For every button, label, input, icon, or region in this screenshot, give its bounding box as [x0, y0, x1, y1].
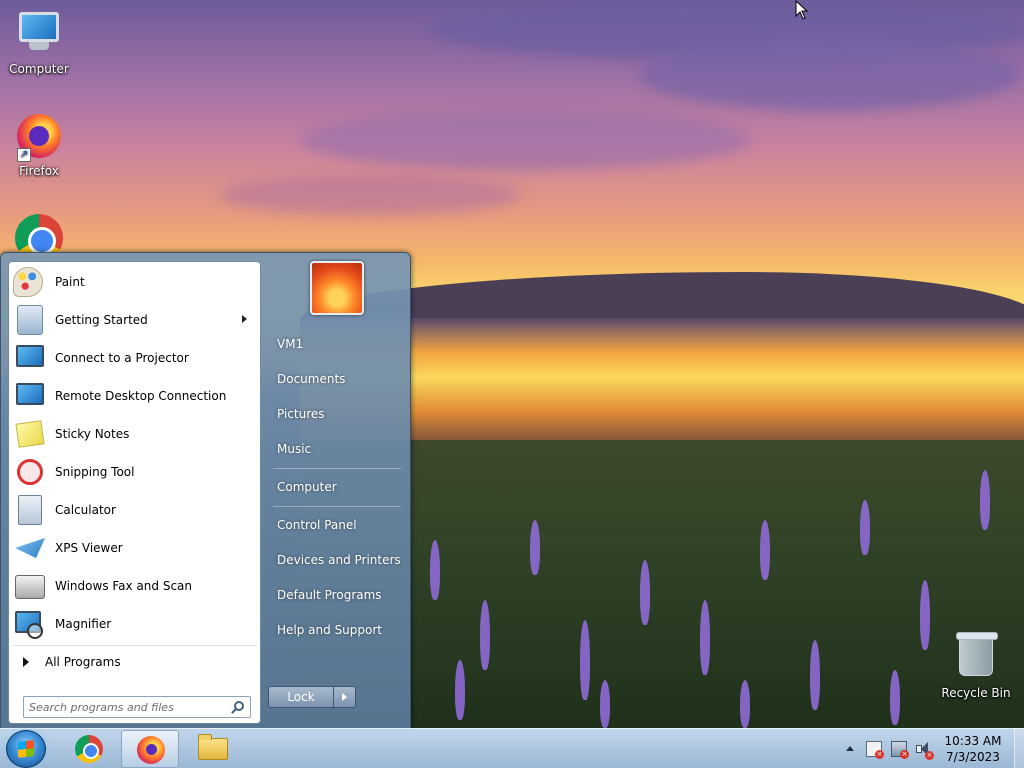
error-x-icon: ×	[925, 751, 934, 760]
windows-logo-icon	[18, 740, 34, 758]
desktop-icon-recycle-bin[interactable]: Recycle Bin	[938, 632, 1014, 700]
magnifier-icon	[13, 607, 47, 641]
desktop-icon-firefox[interactable]: ↗ Firefox	[2, 112, 76, 178]
program-label: Connect to a Projector	[55, 351, 189, 365]
program-item-snipping-tool[interactable]: Snipping Tool	[11, 454, 259, 490]
action-center-flag-icon[interactable]: ×	[866, 741, 884, 759]
program-item-magnifier[interactable]: Magnifier	[11, 606, 259, 642]
start-link-computer[interactable]: Computer	[277, 480, 337, 494]
folder-icon	[198, 734, 228, 760]
desktop-icon-label: Recycle Bin	[941, 686, 1011, 700]
system-clock[interactable]: 10:33 AM 7/3/2023	[935, 733, 1011, 765]
xps-viewer-icon	[13, 531, 47, 565]
show-hidden-icons-arrow[interactable]	[846, 746, 854, 751]
program-item-connect-projector[interactable]: Connect to a Projector	[11, 340, 259, 376]
program-item-paint[interactable]: Paint	[11, 264, 259, 300]
program-label: Getting Started	[55, 313, 148, 327]
clock-time: 10:33 AM	[944, 734, 1002, 748]
firefox-icon	[137, 736, 165, 764]
network-icon[interactable]: ×	[891, 741, 909, 759]
submenu-arrow-icon[interactable]	[242, 315, 247, 323]
chrome-icon	[75, 735, 103, 763]
search-icon[interactable]	[234, 701, 244, 711]
program-label: Windows Fax and Scan	[55, 579, 193, 593]
shortcut-arrow-icon: ↗	[17, 148, 31, 162]
start-link-pictures[interactable]: Pictures	[277, 407, 325, 421]
taskbar-button-firefox[interactable]	[121, 730, 179, 768]
program-item-calculator[interactable]: Calculator	[11, 492, 259, 528]
all-programs-label: All Programs	[45, 655, 121, 669]
separator	[273, 468, 401, 469]
recycle-bin-icon	[952, 632, 1000, 684]
all-programs-button[interactable]: All Programs	[13, 650, 257, 674]
program-item-remote-desktop[interactable]: Remote Desktop Connection	[11, 378, 259, 414]
program-item-sticky-notes[interactable]: Sticky Notes	[11, 416, 259, 452]
sticky-notes-icon	[13, 417, 47, 451]
desktop-icon-label: Firefox	[19, 164, 59, 178]
error-x-icon: ×	[875, 750, 884, 759]
taskbar-button-explorer[interactable]	[184, 730, 242, 768]
paint-icon	[13, 265, 47, 299]
firefox-icon: ↗	[15, 114, 63, 162]
mouse-cursor-icon	[795, 0, 809, 23]
start-button[interactable]	[6, 730, 46, 768]
separator	[273, 506, 401, 507]
program-item-xps-viewer[interactable]: XPS Viewer	[11, 530, 259, 566]
program-label: Remote Desktop Connection	[55, 389, 227, 403]
fax-scan-icon	[13, 569, 47, 603]
program-label: Snipping Tool	[55, 465, 135, 479]
program-label: Paint	[55, 275, 85, 289]
program-item-fax-scan[interactable]: Windows Fax and Scan	[11, 568, 259, 604]
program-item-getting-started[interactable]: Getting Started	[11, 302, 259, 338]
taskbar-button-chrome[interactable]	[60, 730, 118, 768]
program-label: Magnifier	[55, 617, 112, 631]
shutdown-options-button[interactable]	[334, 686, 356, 708]
start-menu: Paint Getting Started Connect to a Proje…	[0, 252, 411, 729]
start-menu-programs-pane: Paint Getting Started Connect to a Proje…	[8, 261, 261, 724]
desktop-icon-label: Computer	[9, 62, 69, 76]
start-link-control-panel[interactable]: Control Panel	[277, 518, 357, 532]
desktop-icon-chrome[interactable]	[2, 214, 76, 254]
error-x-icon: ×	[900, 750, 909, 759]
calculator-icon	[13, 493, 47, 527]
computer-icon	[15, 12, 63, 60]
projector-icon	[13, 341, 47, 375]
program-label: XPS Viewer	[55, 541, 123, 555]
search-input[interactable]	[24, 697, 224, 717]
program-label: Sticky Notes	[55, 427, 130, 441]
start-link-documents[interactable]: Documents	[277, 372, 345, 386]
desktop-icon-computer[interactable]: Computer	[2, 8, 76, 76]
start-link-help-support[interactable]: Help and Support	[277, 623, 382, 637]
remote-desktop-icon	[13, 379, 47, 413]
volume-muted-icon[interactable]: ×	[915, 741, 934, 760]
chrome-icon	[15, 214, 63, 254]
separator	[13, 645, 257, 646]
lock-button[interactable]: Lock	[268, 686, 334, 708]
clock-date: 7/3/2023	[946, 750, 1000, 764]
taskbar: × × × 10:33 AM 7/3/2023	[0, 728, 1024, 768]
getting-started-icon	[13, 303, 47, 337]
program-label: Calculator	[55, 503, 116, 517]
snipping-tool-icon	[13, 455, 47, 489]
triangle-right-icon	[23, 657, 29, 667]
start-link-music[interactable]: Music	[277, 442, 311, 456]
start-link-default-programs[interactable]: Default Programs	[277, 588, 382, 602]
start-menu-places-pane: VM1 Documents Pictures Music Computer Co…	[265, 253, 411, 728]
start-link-user-folder[interactable]: VM1	[277, 337, 303, 351]
search-box	[23, 696, 251, 718]
start-link-devices-printers[interactable]: Devices and Printers	[277, 553, 401, 567]
show-desktop-button[interactable]	[1014, 729, 1024, 768]
user-avatar[interactable]	[310, 261, 364, 315]
